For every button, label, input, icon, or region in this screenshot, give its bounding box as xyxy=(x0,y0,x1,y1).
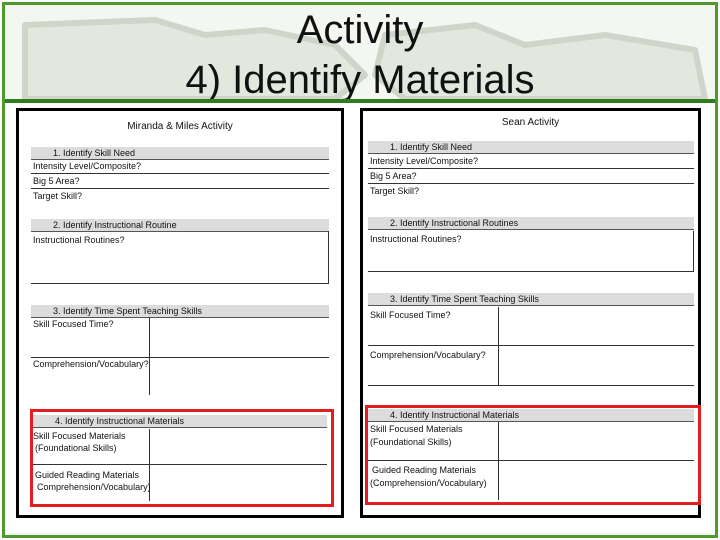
intensity-label: Intensity Level/Composite? xyxy=(370,156,479,166)
divider xyxy=(368,385,694,386)
routines-label: Instructional Routines? xyxy=(33,235,125,245)
comp-vocab-label: Comprehension/Vocabulary? xyxy=(370,350,486,360)
divider xyxy=(368,183,694,184)
divider xyxy=(31,188,329,189)
divider xyxy=(31,357,329,358)
divider xyxy=(368,460,694,461)
slide-title-line2: 4) Identify Materials xyxy=(185,58,535,102)
divider xyxy=(368,271,694,272)
big5-label: Big 5 Area? xyxy=(370,171,417,181)
section-4-header: 4. Identify Instructional Materials xyxy=(368,409,694,422)
skill-materials-label: Skill Focused Materials xyxy=(370,424,463,434)
guided-reading-label: Guided Reading Materials xyxy=(35,470,140,480)
intensity-label: Intensity Level/Composite? xyxy=(33,161,142,171)
foundational-skills-label: (Foundational Skills) xyxy=(370,437,452,447)
slide-title-line1: Activity xyxy=(296,8,424,52)
section-2-header: 2. Identify Instructional Routines xyxy=(368,217,694,230)
divider xyxy=(33,464,327,465)
target-skill-label: Target Skill? xyxy=(33,191,83,201)
section-1-header: 1. Identify Skill Need xyxy=(31,147,329,160)
divider xyxy=(149,317,150,395)
section-3-header: 3. Identify Time Spent Teaching Skills xyxy=(31,305,329,318)
big5-label: Big 5 Area? xyxy=(33,176,80,186)
worksheet-title: Miranda & Miles Activity xyxy=(127,121,233,132)
divider xyxy=(31,283,329,284)
divider xyxy=(693,231,694,271)
guided-reading-sub: Comprehension/Vocabulary) xyxy=(37,482,151,492)
section-3-header: 3. Identify Time Spent Teaching Skills xyxy=(368,293,694,306)
guided-reading-sub: (Comprehension/Vocabulary) xyxy=(370,478,487,488)
comp-vocab-label: Comprehension/Vocabulary? xyxy=(33,359,149,369)
skill-time-label: Skill Focused Time? xyxy=(33,319,114,329)
section-1-header: 1. Identify Skill Need xyxy=(368,141,694,154)
skill-materials-label: Skill Focused Materials xyxy=(33,431,126,441)
target-skill-label: Target Skill? xyxy=(370,186,420,196)
divider xyxy=(368,168,694,169)
worksheet-title: Sean Activity xyxy=(501,117,560,128)
section-4-header: 4. Identify Instructional Materials xyxy=(33,415,327,428)
sean-worksheet: Sean Activity 1. Identify Skill Need Int… xyxy=(360,108,701,518)
foundational-skills-label: (Foundational Skills) xyxy=(35,443,117,453)
guided-reading-label: Guided Reading Materials xyxy=(372,465,477,475)
divider xyxy=(328,231,329,283)
skill-time-label: Skill Focused Time? xyxy=(370,310,451,320)
routines-label: Instructional Routines? xyxy=(370,234,462,244)
divider xyxy=(31,173,329,174)
divider xyxy=(368,345,694,346)
section-2-header: 2. Identify Instructional Routine xyxy=(31,219,329,232)
divider xyxy=(498,307,499,385)
divider xyxy=(498,422,499,500)
miranda-miles-worksheet: Miranda & Miles Activity 1. Identify Ski… xyxy=(16,108,344,518)
